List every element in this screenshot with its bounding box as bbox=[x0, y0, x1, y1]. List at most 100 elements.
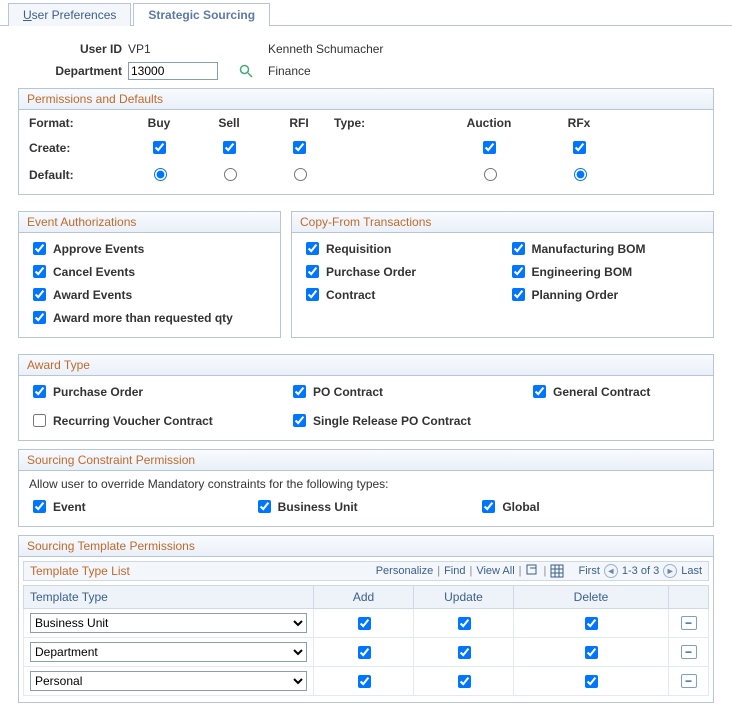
award-recurring-label: Recurring Voucher Contract bbox=[53, 414, 213, 428]
next-button[interactable]: ► bbox=[663, 564, 677, 578]
create-rfi-checkbox[interactable] bbox=[293, 141, 306, 154]
copy-from-title: Copy-From Transactions bbox=[292, 212, 713, 233]
cancel-events-checkbox[interactable] bbox=[33, 265, 46, 278]
row-delete-checkbox[interactable] bbox=[585, 675, 598, 688]
create-rfx-checkbox[interactable] bbox=[573, 141, 586, 154]
format-label: Format: bbox=[29, 116, 124, 130]
col-add[interactable]: Add bbox=[314, 586, 414, 609]
template-type-select[interactable]: Business Unit bbox=[30, 613, 307, 633]
approve-events-checkbox[interactable] bbox=[33, 242, 46, 255]
default-rfx-radio[interactable] bbox=[574, 168, 587, 181]
sell-header: Sell bbox=[194, 116, 264, 130]
constraint-title: Sourcing Constraint Permission bbox=[19, 450, 713, 471]
award-events-label: Award Events bbox=[53, 288, 132, 302]
copy-planorder-label: Planning Order bbox=[532, 288, 619, 302]
create-auction-checkbox[interactable] bbox=[483, 141, 496, 154]
row-update-checkbox[interactable] bbox=[458, 646, 471, 659]
userid-label: User ID bbox=[18, 42, 128, 56]
default-sell-radio[interactable] bbox=[224, 168, 237, 181]
row-delete-checkbox[interactable] bbox=[585, 646, 598, 659]
award-single-label: Single Release PO Contract bbox=[313, 414, 471, 428]
first-label: First bbox=[579, 565, 600, 577]
copy-mfgbom-label: Manufacturing BOM bbox=[532, 242, 646, 256]
default-auction-radio[interactable] bbox=[484, 168, 497, 181]
table-row: Personal − bbox=[24, 667, 709, 696]
template-type-select[interactable]: Department bbox=[30, 642, 307, 662]
copy-mfgbom-checkbox[interactable] bbox=[512, 242, 525, 255]
prev-button[interactable]: ◄ bbox=[604, 564, 618, 578]
create-label: Create: bbox=[29, 141, 124, 155]
row-remove-button[interactable]: − bbox=[681, 645, 697, 659]
award-pocontract-label: PO Contract bbox=[313, 385, 383, 399]
award-type-title: Award Type bbox=[19, 355, 713, 376]
type-label: Type: bbox=[334, 116, 444, 130]
range-text: 1-3 of 3 bbox=[622, 565, 659, 577]
row-delete-checkbox[interactable] bbox=[585, 617, 598, 630]
row-remove-button[interactable]: − bbox=[681, 616, 697, 630]
rfx-header: RFx bbox=[534, 116, 624, 130]
award-type-section: Award Type Purchase Order PO Contract Ge… bbox=[18, 354, 714, 441]
row-update-checkbox[interactable] bbox=[458, 675, 471, 688]
row-add-checkbox[interactable] bbox=[358, 617, 371, 630]
copy-planorder-checkbox[interactable] bbox=[512, 288, 525, 301]
auction-header: Auction bbox=[444, 116, 534, 130]
userid-value: VP1 bbox=[128, 42, 238, 56]
constraint-global-label: Global bbox=[502, 500, 539, 514]
award-recurring-checkbox[interactable] bbox=[33, 414, 46, 427]
template-table: Template Type Add Update Delete Business… bbox=[23, 585, 709, 696]
copy-requisition-label: Requisition bbox=[326, 242, 391, 256]
table-row: Business Unit − bbox=[24, 609, 709, 638]
event-auth-section: Event Authorizations Approve Events Canc… bbox=[18, 211, 281, 338]
col-update[interactable]: Update bbox=[414, 586, 514, 609]
constraint-global-checkbox[interactable] bbox=[482, 500, 495, 513]
permissions-section: Permissions and Defaults Format: Buy Sel… bbox=[18, 88, 714, 195]
row-add-checkbox[interactable] bbox=[358, 675, 371, 688]
create-sell-checkbox[interactable] bbox=[223, 141, 236, 154]
tab-strategic-sourcing[interactable]: Strategic Sourcing bbox=[133, 3, 270, 26]
constraint-event-checkbox[interactable] bbox=[33, 500, 46, 513]
copy-contract-checkbox[interactable] bbox=[306, 288, 319, 301]
personalize-link[interactable]: Personalize bbox=[376, 565, 433, 577]
constraint-event-label: Event bbox=[53, 500, 86, 514]
default-label: Default: bbox=[29, 168, 124, 182]
copy-requisition-checkbox[interactable] bbox=[306, 242, 319, 255]
zoom-icon[interactable] bbox=[526, 564, 540, 578]
username-value: Kenneth Schumacher bbox=[268, 42, 468, 56]
award-general-checkbox[interactable] bbox=[533, 385, 546, 398]
tab-user-preferences[interactable]: User Preferences bbox=[8, 3, 131, 26]
award-po-checkbox[interactable] bbox=[33, 385, 46, 398]
award-events-checkbox[interactable] bbox=[33, 288, 46, 301]
department-input[interactable] bbox=[128, 62, 218, 80]
copy-contract-label: Contract bbox=[326, 288, 375, 302]
template-type-select[interactable]: Personal bbox=[30, 671, 307, 691]
approve-events-label: Approve Events bbox=[53, 242, 144, 256]
copy-po-checkbox[interactable] bbox=[306, 265, 319, 278]
default-rfi-radio[interactable] bbox=[294, 168, 307, 181]
create-buy-checkbox[interactable] bbox=[153, 141, 166, 154]
department-name: Finance bbox=[268, 64, 468, 78]
constraint-bu-label: Business Unit bbox=[278, 500, 358, 514]
copy-po-label: Purchase Order bbox=[326, 265, 416, 279]
award-more-label: Award more than requested qty bbox=[53, 311, 233, 325]
constraint-section: Sourcing Constraint Permission Allow use… bbox=[18, 449, 714, 527]
row-add-checkbox[interactable] bbox=[358, 646, 371, 659]
award-pocontract-checkbox[interactable] bbox=[293, 385, 306, 398]
award-single-checkbox[interactable] bbox=[293, 414, 306, 427]
template-list-title: Template Type List bbox=[30, 564, 130, 578]
table-row: Department − bbox=[24, 638, 709, 667]
spreadsheet-icon[interactable] bbox=[550, 564, 564, 578]
constraint-help-text: Allow user to override Mandatory constra… bbox=[29, 477, 703, 491]
copy-engbom-label: Engineering BOM bbox=[532, 265, 633, 279]
col-delete[interactable]: Delete bbox=[514, 586, 669, 609]
copy-engbom-checkbox[interactable] bbox=[512, 265, 525, 278]
row-remove-button[interactable]: − bbox=[681, 674, 697, 688]
col-template-type[interactable]: Template Type bbox=[24, 586, 314, 609]
constraint-bu-checkbox[interactable] bbox=[258, 500, 271, 513]
default-buy-radio[interactable] bbox=[154, 168, 167, 181]
row-update-checkbox[interactable] bbox=[458, 617, 471, 630]
department-lookup-icon[interactable] bbox=[238, 63, 254, 79]
template-perm-section: Sourcing Template Permissions Template T… bbox=[18, 535, 714, 703]
find-link[interactable]: Find bbox=[444, 565, 465, 577]
view-all-link[interactable]: View All bbox=[476, 565, 514, 577]
award-more-checkbox[interactable] bbox=[33, 311, 46, 324]
